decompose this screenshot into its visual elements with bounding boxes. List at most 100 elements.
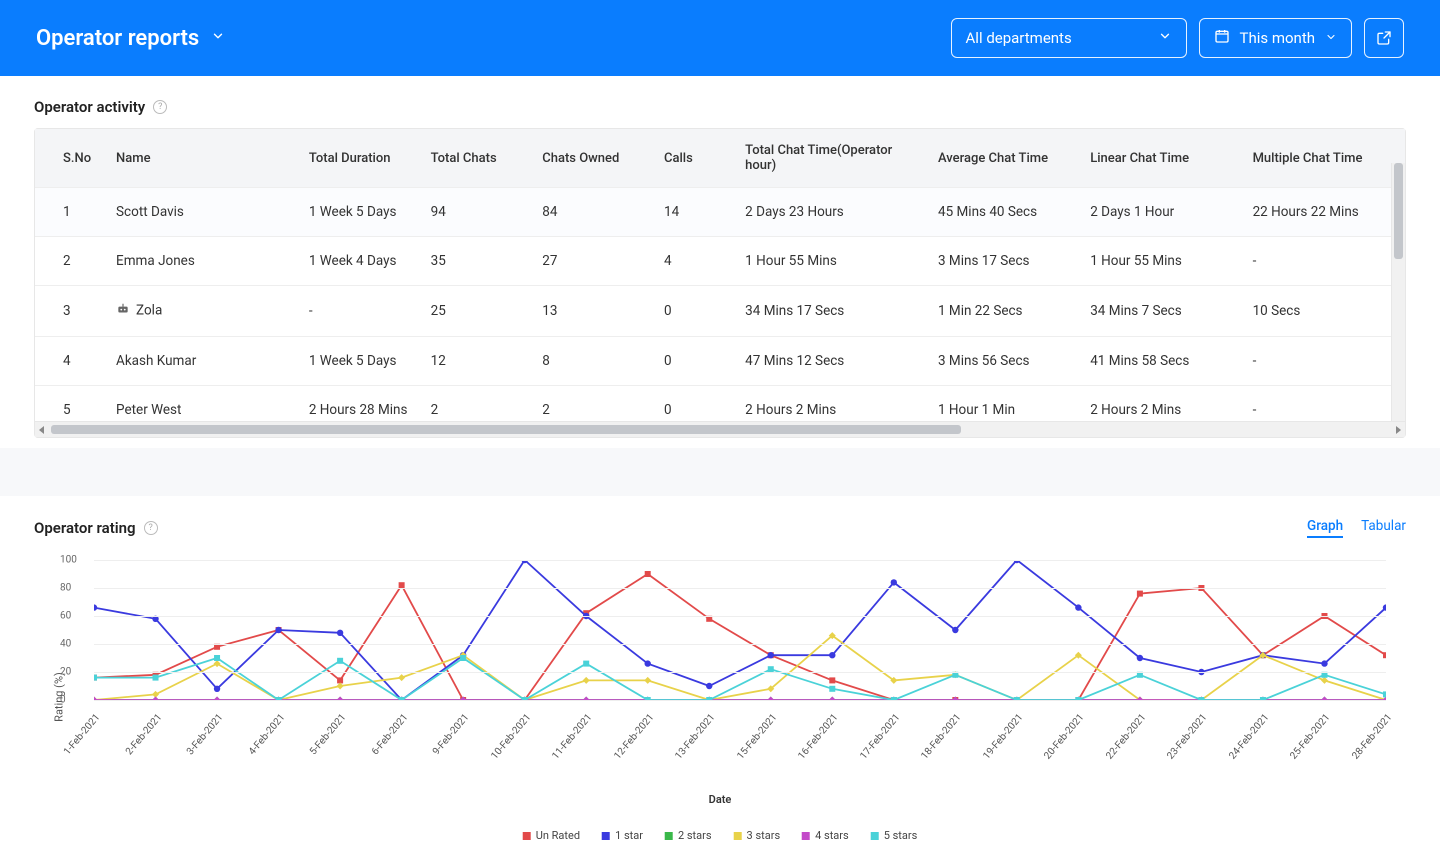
table-cell: 10 Secs (1243, 286, 1405, 337)
x-tick: 11-Feb-2021 (550, 712, 594, 762)
date-range-filter[interactable]: This month (1199, 18, 1352, 58)
x-tick: 15-Feb-2021 (735, 712, 779, 762)
operator-rating-section: Operator rating ? Graph Tabular Rating (… (0, 496, 1440, 852)
legend-item[interactable]: 3 stars (734, 829, 781, 842)
y-tick: 100 (60, 555, 77, 566)
table-cell: 1 Week 4 Days (299, 237, 421, 286)
export-icon (1376, 30, 1392, 46)
x-tick: 10-Feb-2021 (489, 712, 533, 762)
table-cell: - (1243, 386, 1405, 422)
column-header[interactable]: Name (106, 129, 299, 188)
table-cell: 27 (532, 237, 654, 286)
horizontal-scrollbar[interactable] (35, 421, 1405, 437)
table-cell: 94 (421, 188, 533, 237)
table-row[interactable]: 1Scott Davis1 Week 5 Days9484142 Days 23… (35, 188, 1405, 237)
x-axis-ticks: 1-Feb-20212-Feb-20213-Feb-20214-Feb-2021… (94, 706, 1386, 784)
column-header[interactable]: Total Duration (299, 129, 421, 188)
column-header[interactable]: Total Chats (421, 129, 533, 188)
section-divider (0, 448, 1440, 496)
legend-swatch (665, 832, 673, 840)
view-tabular[interactable]: Tabular (1361, 518, 1406, 538)
table-cell: 84 (532, 188, 654, 237)
table-cell: 2 Hours 28 Mins (299, 386, 421, 422)
table-row[interactable]: 4Akash Kumar1 Week 5 Days128047 Mins 12 … (35, 337, 1405, 386)
legend-item[interactable]: 4 stars (802, 829, 849, 842)
vertical-scrollbar[interactable] (1391, 163, 1405, 421)
table-cell: 1 Week 5 Days (299, 337, 421, 386)
chevron-down-icon (1158, 29, 1172, 47)
table-cell: 12 (421, 337, 533, 386)
table-cell: 2 Hours 2 Mins (1080, 386, 1242, 422)
table-cell: 5 (35, 386, 106, 422)
chart-plot-area: 020406080100 (94, 560, 1386, 700)
x-tick: 20-Feb-2021 (1043, 712, 1087, 762)
table-cell: 2 Days 23 Hours (735, 188, 928, 237)
table-cell: Emma Jones (106, 237, 299, 286)
column-header[interactable]: Total Chat Time(Operator hour) (735, 129, 928, 188)
x-tick: 9-Feb-2021 (431, 712, 472, 757)
legend-item[interactable]: 2 stars (665, 829, 712, 842)
table-cell: 3 (35, 286, 106, 337)
department-filter-label: All departments (966, 29, 1072, 47)
table-cell: 22 Hours 22 Mins (1243, 188, 1405, 237)
table-cell: 3 Mins 56 Secs (928, 337, 1080, 386)
export-button[interactable] (1364, 18, 1404, 58)
column-header[interactable]: Multiple Chat Time (1243, 129, 1405, 188)
department-filter[interactable]: All departments (951, 18, 1187, 58)
table-cell: 8 (532, 337, 654, 386)
chart-legend: Un Rated 1 star 2 stars 3 stars 4 stars 5 sta… (523, 829, 918, 842)
x-tick: 12-Feb-2021 (612, 712, 656, 762)
help-icon[interactable]: ? (144, 521, 158, 535)
x-tick: 3-Feb-2021 (185, 712, 226, 757)
table-cell: 34 Mins 7 Secs (1080, 286, 1242, 337)
x-tick: 13-Feb-2021 (673, 712, 717, 762)
legend-swatch (802, 832, 810, 840)
x-tick: 18-Feb-2021 (920, 712, 964, 762)
table-cell: 1 Hour 55 Mins (735, 237, 928, 286)
view-toggle: Graph Tabular (1307, 518, 1406, 538)
legend-swatch (871, 832, 879, 840)
table-row[interactable]: 5Peter West2 Hours 28 Mins2202 Hours 2 M… (35, 386, 1405, 422)
legend-swatch (523, 832, 531, 840)
table-cell: 25 (421, 286, 533, 337)
column-header[interactable]: Chats Owned (532, 129, 654, 188)
rating-title: Operator rating (34, 519, 136, 537)
table-row[interactable]: 2Emma Jones1 Week 4 Days352741 Hour 55 M… (35, 237, 1405, 286)
table-cell: 3 Mins 17 Secs (928, 237, 1080, 286)
operator-activity-section: Operator activity ? S.NoNameTotal Durati… (0, 76, 1440, 448)
table-cell: 35 (421, 237, 533, 286)
x-axis-label: Date (709, 793, 732, 806)
table-cell: 0 (654, 386, 735, 422)
column-header[interactable]: Calls (654, 129, 735, 188)
table-cell: - (1243, 237, 1405, 286)
table-cell: 1 Week 5 Days (299, 188, 421, 237)
table-cell: 47 Mins 12 Secs (735, 337, 928, 386)
column-header[interactable]: S.No (35, 129, 106, 188)
table-cell: 4 (35, 337, 106, 386)
page-title: Operator reports (36, 26, 199, 51)
table-cell: 2 (532, 386, 654, 422)
y-tick: 40 (60, 639, 71, 650)
table-cell: 1 Min 22 Secs (928, 286, 1080, 337)
activity-table-scroll[interactable]: S.NoNameTotal DurationTotal ChatsChats O… (35, 129, 1405, 421)
table-cell: 0 (654, 286, 735, 337)
activity-table: S.NoNameTotal DurationTotal ChatsChats O… (34, 128, 1406, 438)
y-tick: 0 (60, 695, 66, 706)
x-tick: 5-Feb-2021 (308, 712, 349, 757)
legend-item[interactable]: 5 stars (871, 829, 918, 842)
view-graph[interactable]: Graph (1307, 518, 1343, 538)
column-header[interactable]: Average Chat Time (928, 129, 1080, 188)
x-tick: 4-Feb-2021 (246, 712, 287, 757)
x-tick: 6-Feb-2021 (369, 712, 410, 757)
column-header[interactable]: Linear Chat Time (1080, 129, 1242, 188)
legend-item[interactable]: 1 star (602, 829, 643, 842)
help-icon[interactable]: ? (153, 100, 167, 114)
table-cell: 1 Hour 1 Min (928, 386, 1080, 422)
table-row[interactable]: 3Zola-2513034 Mins 17 Secs1 Min 22 Secs3… (35, 286, 1405, 337)
activity-title: Operator activity (34, 98, 145, 116)
x-tick: 1-Feb-2021 (62, 712, 103, 757)
legend-item[interactable]: Un Rated (523, 829, 580, 842)
table-cell: 1 Hour 55 Mins (1080, 237, 1242, 286)
title-dropdown-icon[interactable] (211, 29, 225, 47)
x-tick: 24-Feb-2021 (1227, 712, 1271, 762)
